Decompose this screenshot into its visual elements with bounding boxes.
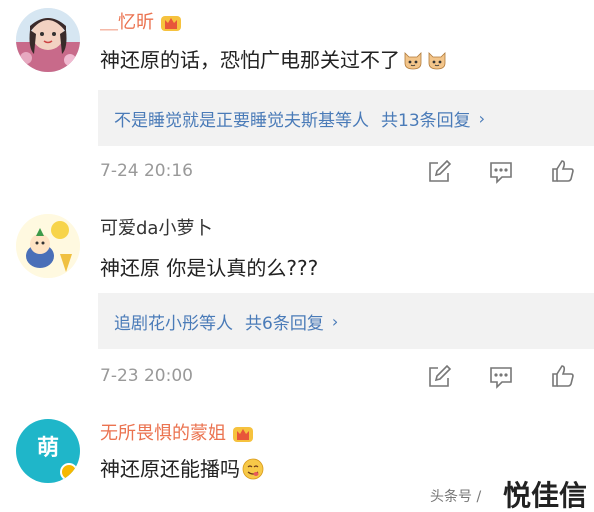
comment-item: ＿忆昕 神还原的话，恐怕广电那关过不了 不是睡觉就是正要睡觉夫斯基等人 共13条…	[0, 0, 594, 200]
reply-count: 共13条回复	[381, 110, 471, 131]
username[interactable]: 可爱da小萝卜	[100, 218, 212, 240]
timestamp: 7-23 20:00	[100, 366, 193, 386]
username-text[interactable]: ＿忆昕	[100, 12, 154, 34]
username[interactable]: 无所畏惧的蒙姐	[100, 423, 254, 445]
crown-badge-icon	[160, 13, 182, 33]
username-text[interactable]: 无所畏惧的蒙姐	[100, 423, 226, 445]
comment-feed: ＿忆昕 神还原的话，恐怕广电那关过不了 不是睡觉就是正要睡觉夫斯基等人 共13条…	[0, 0, 594, 512]
comment-text-content: 神还原还能播吗	[100, 457, 240, 481]
verified-badge-icon	[60, 463, 78, 481]
watermark-source: 头条号 /	[430, 489, 482, 505]
avatar[interactable]: 萌	[16, 419, 80, 483]
comment-text: 神还原的话，恐怕广电那关过不了	[100, 47, 448, 73]
username-text[interactable]: 可爱da小萝卜	[100, 218, 212, 240]
comment-icon[interactable]	[488, 159, 514, 185]
reply-users: 追剧花小彤等人	[114, 313, 233, 334]
edit-icon[interactable]	[426, 364, 452, 390]
username[interactable]: ＿忆昕	[100, 12, 182, 34]
reply-summary[interactable]: 追剧花小彤等人 共6条回复 ›	[98, 293, 594, 349]
watermark-name: 悦佳信	[503, 479, 588, 512]
comment-item: 可爱da小萝卜 神还原 你是认真的么??? 追剧花小彤等人 共6条回复 › 7-…	[0, 200, 594, 405]
cat-face-icon	[402, 49, 424, 71]
like-icon[interactable]	[550, 363, 576, 389]
comment-text-content: 神还原的话，恐怕广电那关过不了	[100, 48, 400, 72]
comment-text-content: 神还原 你是认真的么???	[100, 256, 319, 280]
timestamp: 7-24 20:16	[100, 161, 193, 181]
yummy-face-icon	[242, 458, 264, 480]
avatar-text: 萌	[36, 436, 59, 461]
reply-users: 不是睡觉就是正要睡觉夫斯基等人	[114, 110, 369, 131]
comment-text: 神还原还能播吗	[100, 456, 264, 482]
crown-badge-icon	[232, 424, 254, 444]
edit-icon[interactable]	[426, 159, 452, 185]
comment-text: 神还原 你是认真的么???	[100, 255, 318, 281]
avatar[interactable]	[16, 8, 80, 72]
chevron-right-icon: ›	[478, 108, 486, 128]
chevron-right-icon: ›	[331, 311, 339, 331]
like-icon[interactable]	[550, 158, 576, 184]
comment-icon[interactable]	[488, 364, 514, 390]
avatar[interactable]	[16, 214, 80, 278]
cat-face-icon	[426, 49, 448, 71]
reply-count: 共6条回复	[245, 313, 324, 334]
reply-summary[interactable]: 不是睡觉就是正要睡觉夫斯基等人 共13条回复 ›	[98, 90, 594, 146]
